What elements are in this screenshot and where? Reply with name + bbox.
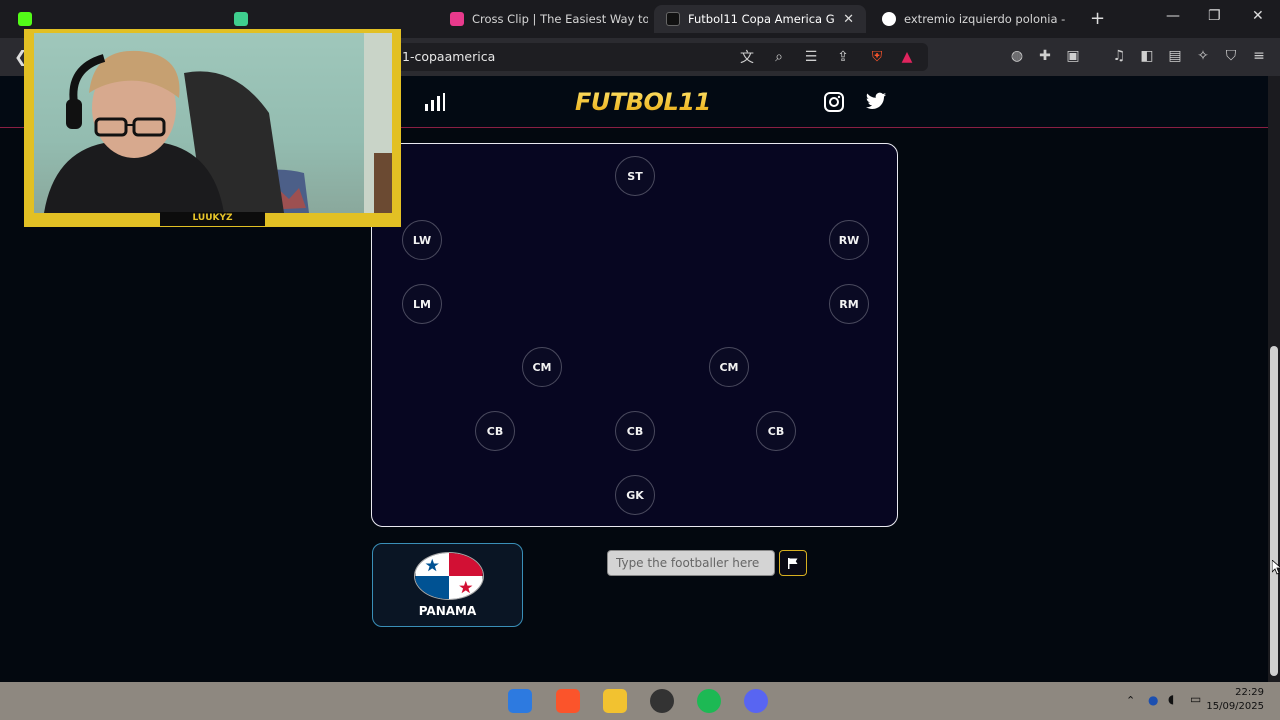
position-label: ST bbox=[627, 169, 643, 183]
streamer-silhouette-icon bbox=[44, 33, 392, 213]
address-bar[interactable]: 1-copaamerica 文 ⌕ ☰ ⇪ ⛨ ▲ bbox=[390, 43, 928, 71]
new-tab-icon[interactable]: + bbox=[1090, 8, 1105, 29]
webcam-feed bbox=[34, 33, 392, 213]
futbol11-logo[interactable]: FUTBOL11 bbox=[575, 88, 711, 116]
close-window-icon[interactable]: ✕ bbox=[1252, 8, 1264, 24]
team-card: PANAMA bbox=[372, 543, 523, 627]
brave-shield-icon[interactable]: ⛨ bbox=[868, 48, 886, 66]
menu-icon[interactable]: ≡ bbox=[1250, 47, 1268, 65]
position-cb-left[interactable]: CB bbox=[475, 411, 515, 451]
flag-icon bbox=[788, 558, 798, 569]
position-lm[interactable]: LM bbox=[402, 284, 442, 324]
media-icon[interactable]: ♫ bbox=[1110, 47, 1128, 65]
file-explorer-icon[interactable] bbox=[603, 689, 627, 713]
tray-chevron-icon[interactable]: ⌃ bbox=[1126, 694, 1135, 707]
tab-crossclip[interactable]: Cross Clip | The Easiest Way to Co bbox=[438, 5, 648, 33]
translate-icon[interactable]: 文 bbox=[738, 48, 756, 66]
page-scrollbar[interactable] bbox=[1268, 76, 1280, 682]
tab-label: Futbol11 Copa America Game bbox=[688, 12, 835, 26]
leo-ai-icon[interactable]: ✧ bbox=[1194, 47, 1212, 65]
position-lw[interactable]: LW bbox=[402, 220, 442, 260]
clock-time: 22:29 bbox=[1235, 687, 1264, 698]
position-label: CM bbox=[719, 360, 739, 374]
sidebar-icon[interactable]: ◧ bbox=[1138, 47, 1156, 65]
extensions-icon[interactable]: ✚ bbox=[1036, 47, 1054, 65]
position-cb-center[interactable]: CB bbox=[615, 411, 655, 451]
stats-icon[interactable] bbox=[424, 92, 446, 112]
mouse-cursor-icon bbox=[1272, 560, 1280, 575]
tab-label: Cross Clip | The Easiest Way to Co bbox=[472, 12, 648, 26]
vpn-icon[interactable]: ◍ bbox=[1008, 47, 1026, 65]
minimize-icon[interactable]: — bbox=[1166, 8, 1180, 24]
position-label: RM bbox=[839, 297, 859, 311]
reader-icon[interactable]: ☰ bbox=[802, 48, 820, 66]
streamer-name: LUUKYZ bbox=[192, 213, 233, 223]
footballer-input[interactable] bbox=[607, 550, 775, 576]
position-cm-left[interactable]: CM bbox=[522, 347, 562, 387]
tab-futbol11[interactable]: Futbol11 Copa America Game ✕ bbox=[654, 5, 866, 33]
twitter-icon[interactable] bbox=[865, 91, 887, 113]
google-favicon-icon bbox=[882, 12, 896, 26]
instagram-icon[interactable] bbox=[823, 91, 845, 113]
vpn-shield-icon[interactable]: ⛉ bbox=[1222, 47, 1240, 65]
spotify-icon[interactable] bbox=[697, 689, 721, 713]
zoom-icon[interactable]: ⌕ bbox=[770, 48, 788, 66]
give-up-button[interactable] bbox=[779, 550, 807, 576]
scroll-thumb[interactable] bbox=[1270, 346, 1278, 676]
brave-rewards-icon[interactable]: ▲ bbox=[898, 48, 916, 66]
position-label: RW bbox=[838, 233, 860, 247]
futbol11-favicon-icon bbox=[666, 12, 680, 26]
streamer-webcam-overlay: LUUKYZ bbox=[24, 29, 401, 227]
position-label: GK bbox=[626, 488, 644, 502]
position-label: CB bbox=[626, 424, 644, 438]
screenshot-icon[interactable]: ▣ bbox=[1064, 47, 1082, 65]
position-rw[interactable]: RW bbox=[829, 220, 869, 260]
speaker-icon[interactable]: ◖ bbox=[1168, 692, 1174, 706]
wallet-icon[interactable]: ▤ bbox=[1166, 47, 1184, 65]
position-rm[interactable]: RM bbox=[829, 284, 869, 324]
url-text: 1-copaamerica bbox=[402, 49, 496, 64]
site-favicon-icon bbox=[234, 12, 248, 26]
close-tab-icon[interactable]: ✕ bbox=[843, 12, 854, 27]
windows-start-icon[interactable] bbox=[508, 689, 532, 713]
formation-pitch: ST LW RW LM RM CM CM CB CB CB GK bbox=[371, 143, 898, 527]
system-clock[interactable]: 22:29 15/09/2025 bbox=[1206, 686, 1264, 714]
crossclip-favicon-icon bbox=[450, 12, 464, 26]
microphone-icon[interactable]: ● bbox=[1148, 693, 1158, 707]
network-icon[interactable]: ▭ bbox=[1190, 692, 1201, 706]
position-label: LM bbox=[413, 297, 431, 311]
restore-icon[interactable]: ❐ bbox=[1208, 8, 1221, 24]
share-icon[interactable]: ⇪ bbox=[834, 48, 852, 66]
windows-taskbar: ⌃ ● ◖ ▭ 22:29 15/09/2025 bbox=[0, 682, 1280, 720]
position-label: CB bbox=[486, 424, 504, 438]
discord-icon[interactable] bbox=[744, 689, 768, 713]
panama-flag-icon bbox=[414, 552, 484, 600]
position-label: CM bbox=[532, 360, 552, 374]
team-name: PANAMA bbox=[418, 604, 477, 618]
webcam-name-bar: LUUKYZ bbox=[160, 212, 265, 226]
position-gk[interactable]: GK bbox=[615, 475, 655, 515]
position-cb-right[interactable]: CB bbox=[756, 411, 796, 451]
tab-google-search[interactable]: extremio izquierdo polonia - Busc bbox=[870, 5, 1080, 33]
position-cm-right[interactable]: CM bbox=[709, 347, 749, 387]
brave-browser-icon[interactable] bbox=[556, 689, 580, 713]
position-st[interactable]: ST bbox=[615, 156, 655, 196]
clock-date: 15/09/2025 bbox=[1206, 701, 1264, 712]
position-label: CB bbox=[767, 424, 785, 438]
position-label: LW bbox=[412, 233, 432, 247]
kick-favicon-icon bbox=[18, 12, 32, 26]
obs-icon[interactable] bbox=[650, 689, 674, 713]
tab-label: extremio izquierdo polonia - Busc bbox=[904, 12, 1068, 26]
